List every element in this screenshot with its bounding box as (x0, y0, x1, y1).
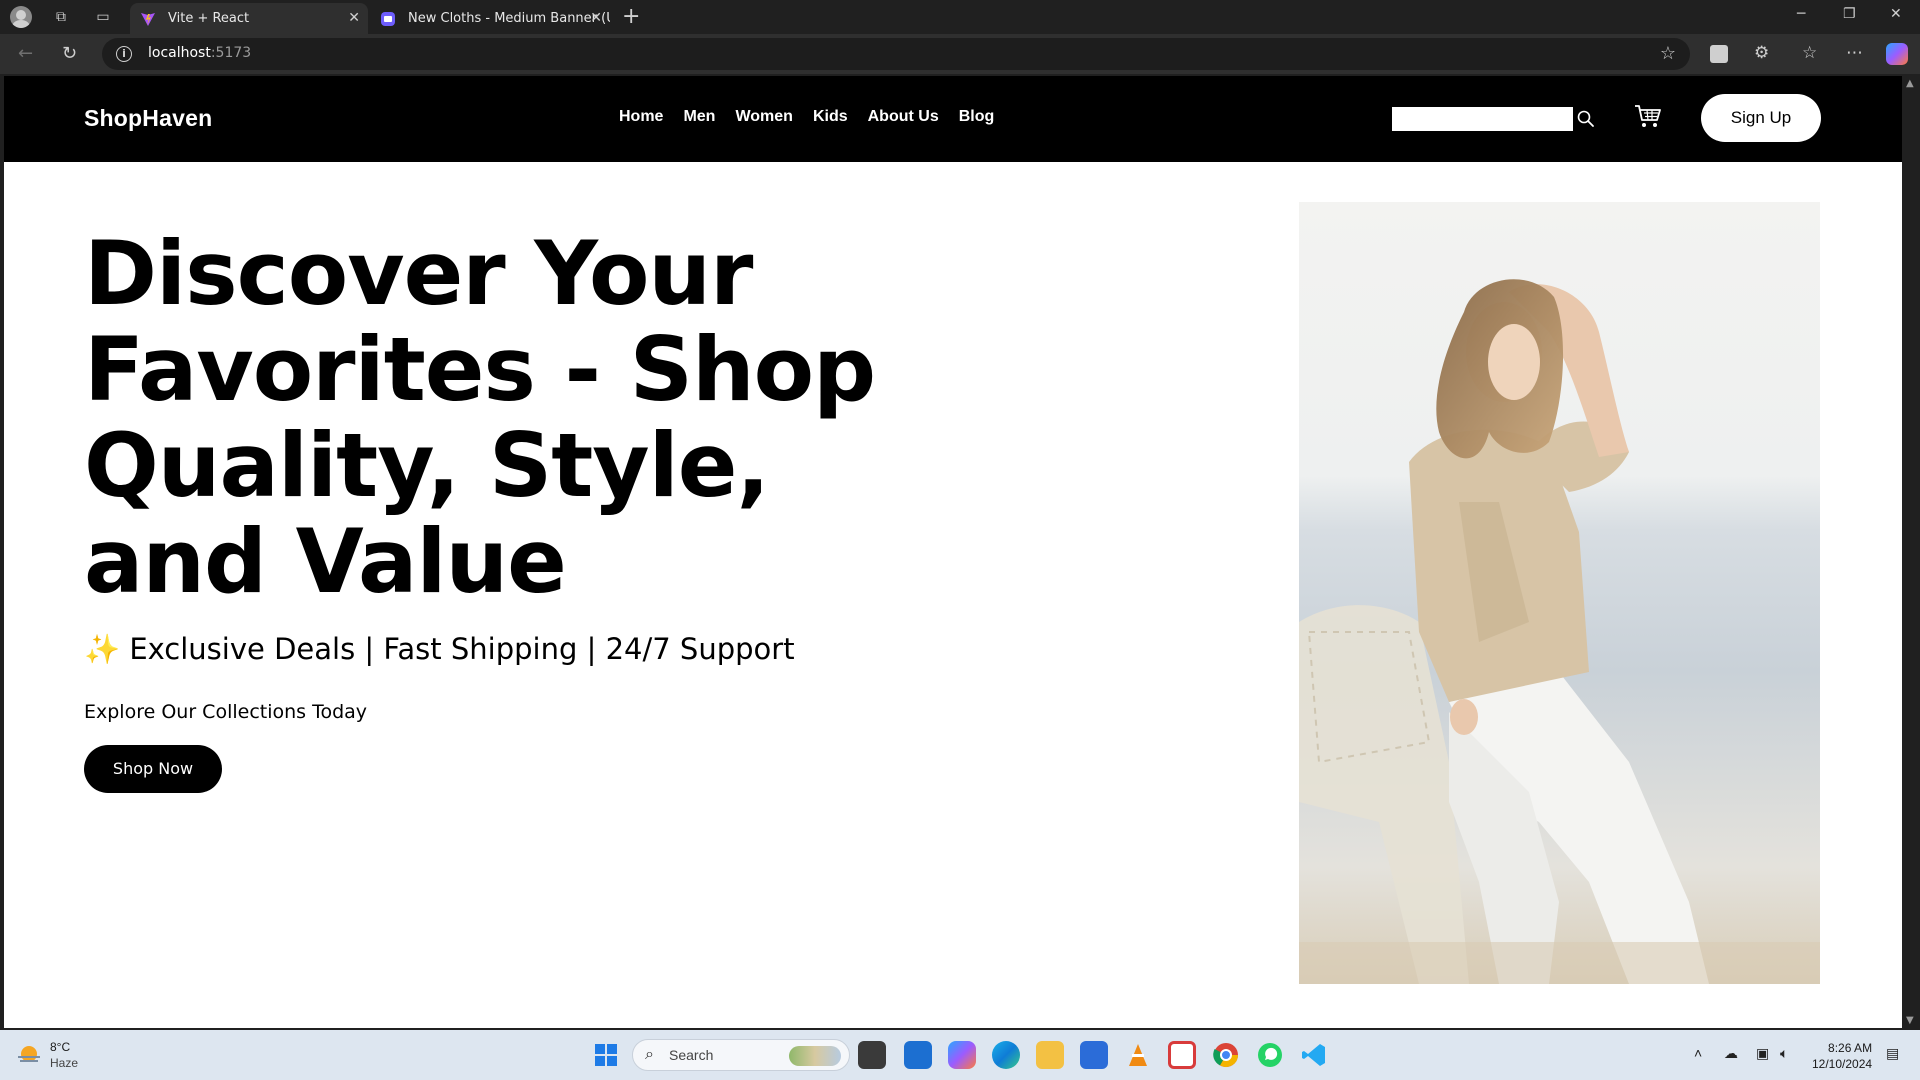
tab-title: Vite + React (168, 11, 250, 26)
hero-tagline-text: Exclusive Deals | Fast Shipping | 24/7 S… (129, 632, 795, 666)
nav-women[interactable]: Women (735, 108, 792, 126)
onedrive-icon[interactable]: ☁ (1724, 1045, 1738, 1062)
clock-time: 8:26 AM (1828, 1041, 1873, 1055)
nav-men[interactable]: Men (683, 108, 715, 126)
weather-condition: Haze (50, 1056, 79, 1070)
chrome-icon[interactable] (1212, 1041, 1240, 1069)
volume-icon[interactable]: 🔈︎ (1780, 1045, 1788, 1062)
tab-actions-icon[interactable]: ▭ (94, 8, 112, 26)
banner-favicon-icon (381, 12, 395, 26)
weather-temp: 8°C (50, 1040, 71, 1054)
tab-vite-react[interactable]: Vite + React ✕ (130, 3, 368, 34)
cart-icon[interactable] (1634, 103, 1662, 129)
ms-store-icon[interactable] (1080, 1041, 1108, 1069)
system-clock[interactable]: 8:26 AM 12/10/2024 (1812, 1040, 1872, 1072)
taskbar-search[interactable]: ⌕ Search (632, 1039, 850, 1071)
extensions-puzzle-icon[interactable]: ⚙ (1754, 43, 1769, 63)
new-tab-icon[interactable]: + (622, 4, 640, 29)
main-nav: Home Men Women Kids About Us Blog (619, 108, 994, 126)
site-info-icon[interactable]: i (116, 46, 132, 62)
screen: ⧉ ▭ Vite + React ✕ New Cloths - Medium B… (0, 0, 1920, 1080)
copilot-app-icon[interactable] (948, 1041, 976, 1069)
hero-tagline: ✨ Exclusive Deals | Fast Shipping | 24/7… (84, 632, 795, 667)
site-logo[interactable]: ShopHaven (84, 105, 212, 132)
scroll-down-icon[interactable]: ▼ (1906, 1015, 1914, 1026)
browser-tab-bar: ⧉ ▭ Vite + React ✕ New Cloths - Medium B… (0, 0, 1920, 34)
search-highlight-image (789, 1046, 841, 1066)
file-explorer-icon[interactable] (1036, 1041, 1064, 1069)
nav-about-us[interactable]: About Us (868, 108, 939, 126)
tab-title: New Cloths - Medium Banner (US (408, 11, 610, 26)
start-button-icon[interactable] (592, 1041, 620, 1069)
profile-avatar-icon[interactable] (10, 6, 32, 28)
tab-close-icon[interactable]: ✕ (590, 3, 602, 34)
show-hidden-icons[interactable]: ˄ (1694, 1045, 1702, 1061)
site-header: ShopHaven Home Men Women Kids About Us B… (4, 76, 1902, 162)
tab-close-icon[interactable]: ✕ (348, 3, 360, 34)
minimize-icon[interactable]: ─ (1797, 6, 1805, 22)
windows-taskbar: 8°C Haze ⌕ Search ˄ ☁ ▣ 🔈︎ 8:26 AM 12/10… (0, 1030, 1920, 1080)
clock-date: 12/10/2024 (1812, 1057, 1873, 1071)
hero-explore-text: Explore Our Collections Today (84, 701, 368, 723)
outlook-icon[interactable] (904, 1041, 932, 1069)
page-viewport: ShopHaven Home Men Women Kids About Us B… (4, 76, 1902, 1028)
extension-icon[interactable] (1710, 45, 1728, 63)
snipping-tool-icon[interactable] (1168, 1041, 1196, 1069)
tab-new-cloths[interactable]: New Cloths - Medium Banner (US ✕ (370, 3, 610, 34)
restore-icon[interactable]: ❐ (1843, 6, 1856, 22)
reload-icon[interactable]: ↻ (62, 43, 77, 64)
sparkle-icon: ✨ (84, 632, 121, 666)
weather-haze-icon (18, 1046, 40, 1062)
copilot-icon[interactable] (1886, 43, 1908, 65)
hero-title: Discover Your Favorites - Shop Quality, … (84, 222, 876, 613)
whatsapp-icon[interactable] (1256, 1041, 1284, 1069)
edge-icon[interactable] (992, 1041, 1020, 1069)
search-icon: ⌕ (645, 1046, 654, 1063)
url-text[interactable]: localhost:5173 (148, 45, 251, 61)
page-scrollbar[interactable]: ▲ ▼ (1902, 76, 1920, 1028)
search-input[interactable] (1392, 107, 1573, 131)
hero-model-image (1299, 202, 1820, 984)
favorites-icon[interactable]: ☆ (1802, 43, 1817, 63)
network-icon[interactable]: ▣ (1756, 1045, 1769, 1062)
back-icon[interactable]: ← (18, 43, 33, 64)
nav-blog[interactable]: Blog (959, 108, 995, 126)
vscode-icon[interactable] (1300, 1041, 1328, 1069)
notifications-icon[interactable]: ▤ (1886, 1045, 1899, 1062)
browser-toolbar: ← ↻ i localhost:5173 ☆ ⚙ ☆ ⋯ (0, 34, 1920, 74)
taskbar-search-label: Search (669, 1047, 714, 1063)
favorite-star-icon[interactable]: ☆ (1660, 43, 1676, 64)
search-icon[interactable] (1576, 109, 1596, 129)
task-view-icon[interactable] (858, 1041, 886, 1069)
shop-now-button[interactable]: Shop Now (84, 745, 222, 793)
workspaces-icon[interactable]: ⧉ (52, 8, 70, 26)
address-bar[interactable]: i localhost:5173 ☆ (102, 38, 1690, 70)
nav-home[interactable]: Home (619, 108, 663, 126)
close-window-icon[interactable]: ✕ (1890, 6, 1902, 22)
vlc-icon[interactable] (1124, 1041, 1152, 1069)
nav-kids[interactable]: Kids (813, 108, 848, 126)
more-menu-icon[interactable]: ⋯ (1846, 43, 1863, 63)
scroll-up-icon[interactable]: ▲ (1906, 78, 1914, 89)
sign-up-button[interactable]: Sign Up (1701, 94, 1821, 142)
vite-favicon-icon (141, 13, 155, 26)
